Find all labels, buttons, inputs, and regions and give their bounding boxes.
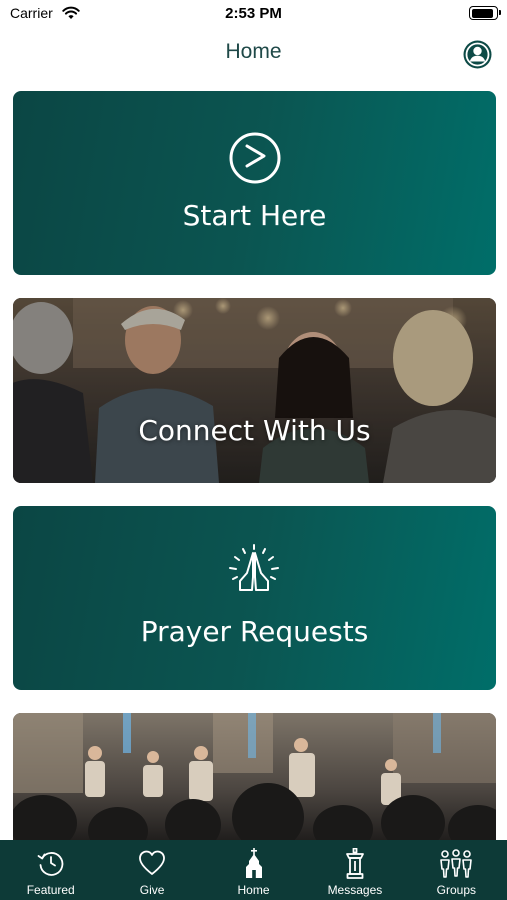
play-circle-icon [229,132,281,188]
tab-messages-label: Messages [327,883,383,897]
tab-bar: Featured Give Home Messages Groups [0,840,507,900]
tab-featured[interactable]: Featured [0,840,101,900]
tab-give[interactable]: Give [101,840,202,900]
connect-with-us-label: Connect With Us [138,414,371,447]
heart-icon [137,848,167,882]
tab-groups[interactable]: Groups [406,840,507,900]
tab-home[interactable]: Home [203,840,304,900]
tab-featured-label: Featured [26,883,75,897]
history-icon [36,848,66,882]
clock: 2:53 PM [225,5,282,22]
prayer-requests-label: Prayer Requests [140,615,369,648]
church-icon [239,848,269,884]
start-here-label: Start Here [182,199,327,232]
pulpit-icon [340,847,370,884]
profile-button[interactable] [463,40,492,69]
person-circle-icon [463,40,492,69]
people-talking-photo [13,298,496,483]
tab-groups-label: Groups [436,883,476,897]
worship-card[interactable] [13,713,496,843]
status-bar: Carrier 2:53 PM [0,0,507,30]
worship-band-photo [13,713,496,843]
battery-icon [469,6,501,20]
tab-messages[interactable]: Messages [304,840,405,900]
prayer-requests-card[interactable]: Prayer Requests [13,506,496,690]
battery-level [471,8,494,18]
connect-with-us-card[interactable]: Connect With Us [13,298,496,483]
tab-give-label: Give [139,883,165,897]
start-here-card[interactable]: Start Here [13,91,496,275]
people-icon [439,848,473,884]
praying-hands-icon [226,543,282,603]
page-title: Home [225,40,282,63]
tab-home-label: Home [237,883,270,897]
